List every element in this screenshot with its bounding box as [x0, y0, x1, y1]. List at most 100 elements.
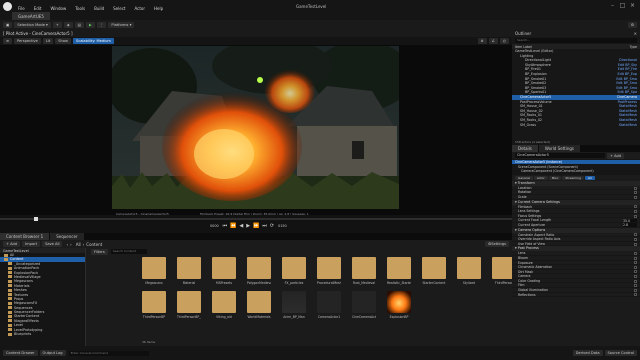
- asset-tile[interactable]: ProceduralMeshes: [317, 257, 341, 285]
- property-checkbox[interactable]: [634, 284, 637, 288]
- loop-icon[interactable]: ⟳: [270, 223, 274, 229]
- platforms-button[interactable]: Platforms ▾: [108, 21, 135, 28]
- asset-tile[interactable]: Anim_BP_Man: [282, 291, 306, 319]
- tab-details[interactable]: Details: [512, 145, 538, 152]
- asset-tile[interactable]: Material: [177, 257, 201, 285]
- asset-tile[interactable]: ExplosionBP: [387, 291, 411, 319]
- breadcrumb-all[interactable]: All: [76, 242, 81, 247]
- asset-tile[interactable]: PolygonMedieval: [247, 257, 271, 285]
- property-checkbox[interactable]: [634, 209, 637, 213]
- level-viewport[interactable]: CameraActor5 - CineCameraActor5 Filmback…: [0, 45, 512, 221]
- timeline-playhead[interactable]: [34, 217, 38, 221]
- asset-tile[interactable]: MSPresets: [212, 257, 236, 285]
- step-back-icon[interactable]: ⏪: [230, 223, 236, 229]
- save-all-button[interactable]: Save All: [42, 241, 63, 247]
- selection-mode-button[interactable]: Selection Mode ▾: [14, 21, 51, 28]
- menu-help[interactable]: Help: [154, 6, 163, 11]
- menu-window[interactable]: Window: [50, 6, 66, 11]
- property-checkbox[interactable]: [634, 191, 637, 195]
- settings-icon[interactable]: ⚙: [627, 21, 637, 28]
- play-icon[interactable]: ▶: [246, 223, 250, 229]
- rotation-snap-icon[interactable]: ∠: [488, 38, 498, 44]
- content-drawer-button[interactable]: Content Drawer: [3, 350, 38, 356]
- settings-button[interactable]: ⚙ Settings: [485, 241, 509, 247]
- detail-filter-tab[interactable]: All: [584, 175, 595, 180]
- asset-tile[interactable]: Realistic_Starter_FX_Pack_Vol2: [387, 257, 411, 285]
- grid-snap-icon[interactable]: #: [477, 38, 487, 44]
- scalability-button[interactable]: Scalability: Medium: [72, 38, 114, 44]
- skip-forward-icon[interactable]: ⏭: [262, 223, 267, 229]
- asset-tile[interactable]: Viking_old: [212, 291, 236, 319]
- import-button[interactable]: Import: [22, 241, 41, 247]
- menu-select[interactable]: Select: [113, 6, 125, 11]
- blueprint-icon[interactable]: ◈: [63, 21, 73, 28]
- asset-tile[interactable]: Megascans: [142, 257, 166, 285]
- property-checkbox[interactable]: [634, 252, 637, 256]
- viewport-menu-icon[interactable]: ≡: [3, 38, 13, 44]
- perspective-button[interactable]: Perspective: [14, 38, 41, 44]
- menu-tools[interactable]: Tools: [75, 6, 85, 11]
- lit-button[interactable]: Lit: [42, 38, 54, 44]
- cinematics-icon[interactable]: ▤: [74, 21, 85, 28]
- play-options-icon[interactable]: ⋮: [96, 21, 107, 28]
- save-icon[interactable]: ▣: [3, 21, 13, 28]
- asset-tile[interactable]: FX_particles: [282, 257, 306, 285]
- show-button[interactable]: Show: [55, 38, 71, 44]
- detail-filter-tab[interactable]: Actor: [533, 175, 548, 180]
- nav-forward-icon[interactable]: ›: [70, 242, 72, 247]
- filters-button[interactable]: Filters: [91, 248, 108, 255]
- asset-tile[interactable]: CineCameraActor: [352, 291, 376, 319]
- camera-speed-icon[interactable]: ◴: [499, 38, 509, 44]
- add-actor-icon[interactable]: +: [52, 21, 62, 28]
- property-checkbox[interactable]: [634, 237, 637, 241]
- camera-view[interactable]: [112, 46, 399, 209]
- property-checkbox[interactable]: [634, 275, 637, 279]
- property-value[interactable]: 35.0: [623, 218, 637, 223]
- asset-tile[interactable]: WorldMaterials: [247, 291, 271, 319]
- derived-data-button[interactable]: Derived Data: [572, 350, 603, 356]
- asset-tile[interactable]: StarterContent: [422, 257, 446, 285]
- actor-name-field[interactable]: CineCameraActor5: [515, 153, 605, 158]
- tab-world-settings[interactable]: World Settings: [538, 145, 581, 152]
- timeline-track[interactable]: [0, 217, 512, 221]
- content-search-input[interactable]: Search Content: [110, 249, 147, 254]
- property-value[interactable]: 2.8: [623, 223, 637, 227]
- menu-edit[interactable]: Edit: [34, 6, 42, 11]
- nav-back-icon[interactable]: ‹: [66, 242, 68, 247]
- property-checkbox[interactable]: [634, 261, 637, 265]
- property-checkbox[interactable]: [634, 288, 637, 292]
- property-checkbox[interactable]: [634, 256, 637, 260]
- step-forward-icon[interactable]: ⏩: [253, 223, 259, 229]
- detail-filter-tab[interactable]: Misc: [548, 175, 562, 180]
- outliner-row[interactable]: SM_Grass StaticMesh: [512, 123, 640, 128]
- asset-tile[interactable]: ThirdPersonBP: [142, 291, 166, 319]
- tab-content-browser[interactable]: Content Browser 1: [0, 233, 50, 240]
- add-button[interactable]: + Add: [3, 241, 21, 247]
- tab-sequencer[interactable]: Sequencer: [50, 233, 84, 240]
- asset-tile[interactable]: CameraActor1: [317, 291, 341, 319]
- property-checkbox[interactable]: [634, 242, 637, 246]
- property-checkbox[interactable]: [634, 265, 637, 269]
- minimize-icon[interactable]: –: [609, 2, 616, 9]
- console-input[interactable]: Enter Console Command: [68, 350, 149, 356]
- property-checkbox[interactable]: [634, 270, 637, 274]
- source-control-button[interactable]: Source Control: [604, 350, 637, 356]
- asset-tile[interactable]: Stylized: [457, 257, 481, 285]
- play-reverse-icon[interactable]: ◀: [239, 223, 243, 229]
- property-checkbox[interactable]: [634, 233, 637, 237]
- property-checkbox[interactable]: [634, 293, 637, 297]
- property-checkbox[interactable]: [634, 205, 637, 209]
- maximize-icon[interactable]: □: [619, 2, 626, 9]
- unreal-logo-icon[interactable]: [3, 1, 12, 11]
- asset-tile[interactable]: Rust_Medieval: [352, 257, 376, 285]
- output-log-button[interactable]: Output Log: [39, 350, 66, 356]
- skip-back-icon[interactable]: ⏮: [223, 223, 228, 229]
- close-outliner-icon[interactable]: ×: [634, 31, 637, 36]
- tree-item[interactable]: Blueprints: [0, 332, 85, 336]
- add-component-button[interactable]: + Add: [607, 152, 625, 159]
- tab-project[interactable]: GameArtUE5: [12, 12, 50, 20]
- property-checkbox[interactable]: [634, 195, 637, 199]
- property-checkbox[interactable]: [634, 186, 637, 190]
- close-icon[interactable]: ×: [629, 2, 636, 9]
- detail-filter-tab[interactable]: General: [515, 175, 533, 180]
